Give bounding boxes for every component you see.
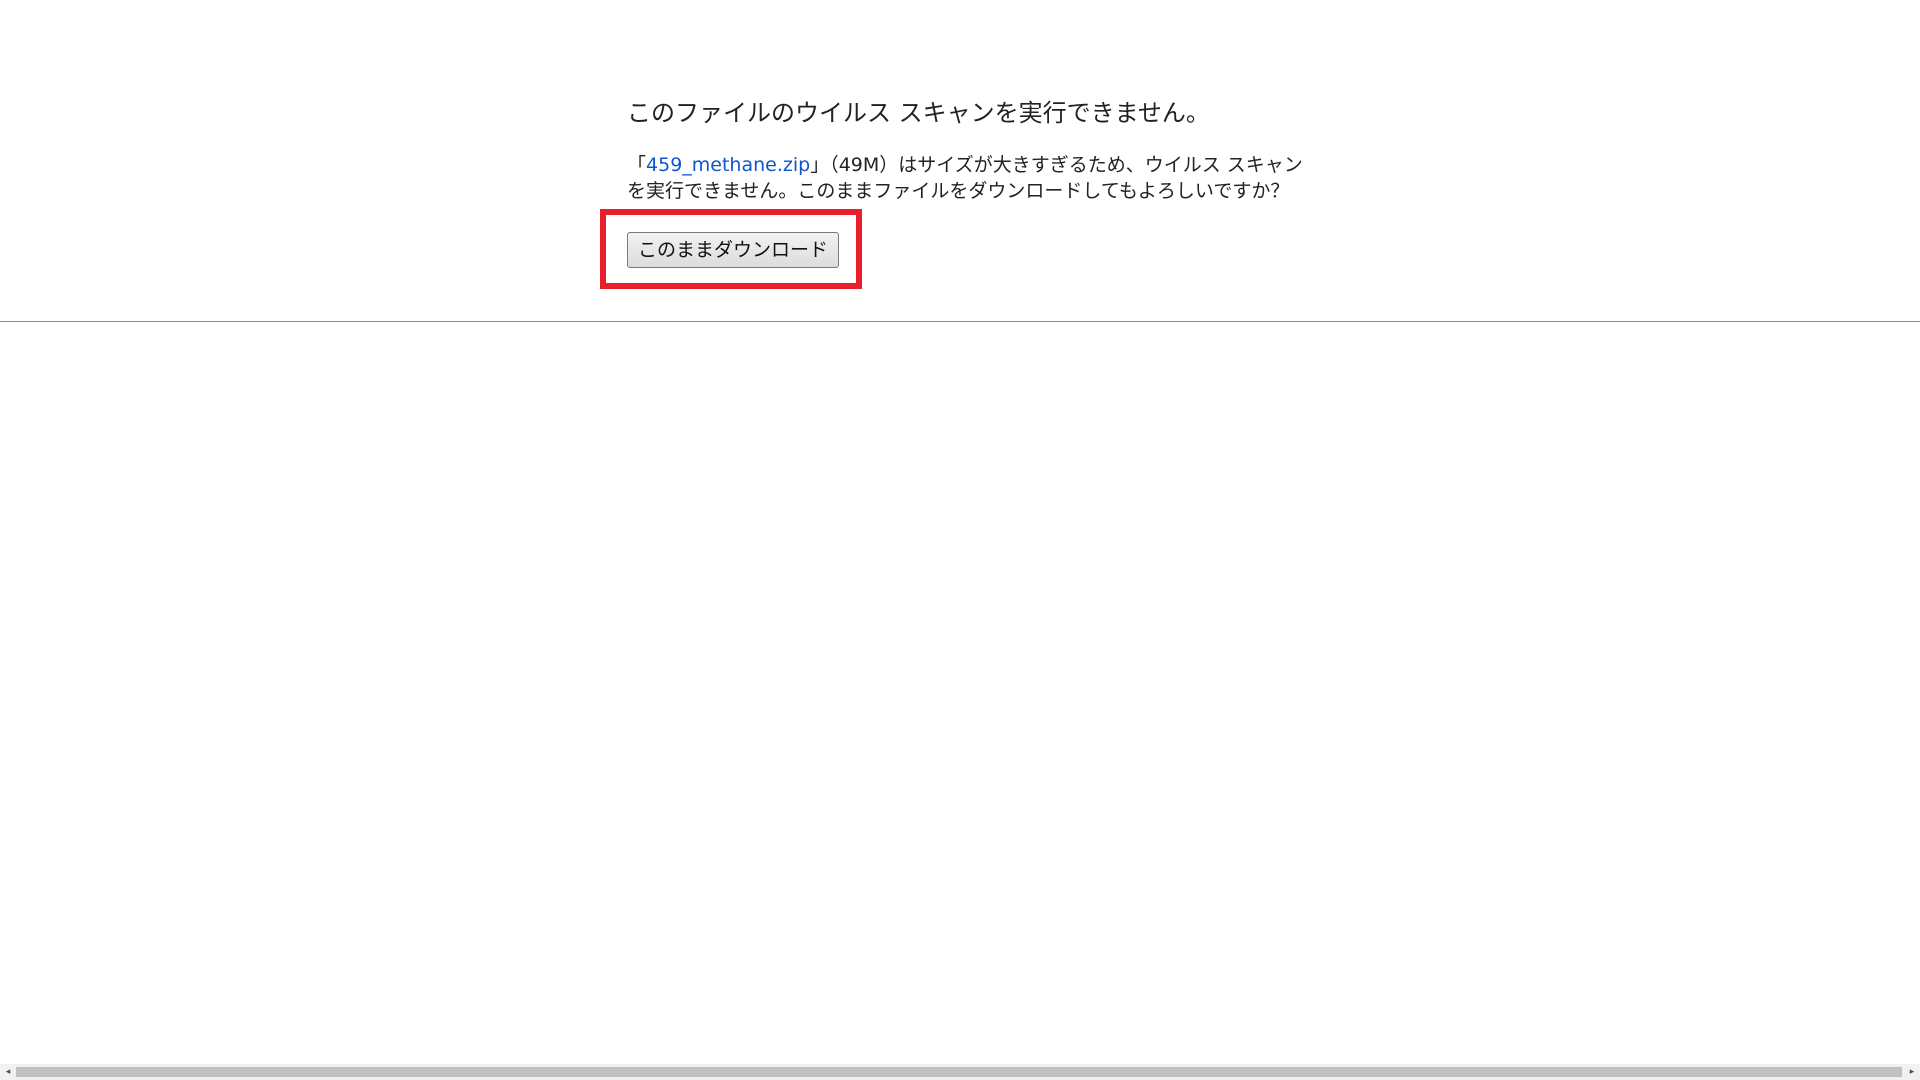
warning-message: 「459_methane.zip」（49M）はサイズが大きすぎるため、ウイルス …	[627, 152, 1317, 204]
virus-scan-warning: このファイルのウイルス スキャンを実行できません。 「459_methane.z…	[600, 96, 1327, 289]
file-name-link[interactable]: 459_methane.zip	[646, 154, 810, 176]
scroll-left-arrow-icon[interactable]: ◂	[3, 1067, 13, 1077]
horizontal-scrollbar[interactable]: ◂ ▸	[0, 1064, 1920, 1080]
page: このファイルのウイルス スキャンを実行できません。 「459_methane.z…	[0, 0, 1920, 1080]
warning-title: このファイルのウイルス スキャンを実行できません。	[627, 99, 1210, 127]
scrollbar-thumb[interactable]	[16, 1067, 1902, 1077]
horizontal-divider	[0, 321, 1920, 322]
scroll-right-arrow-icon[interactable]: ▸	[1907, 1067, 1917, 1077]
message-prefix: 「	[627, 154, 647, 176]
download-anyway-button[interactable]: このままダウンロード	[627, 232, 840, 268]
